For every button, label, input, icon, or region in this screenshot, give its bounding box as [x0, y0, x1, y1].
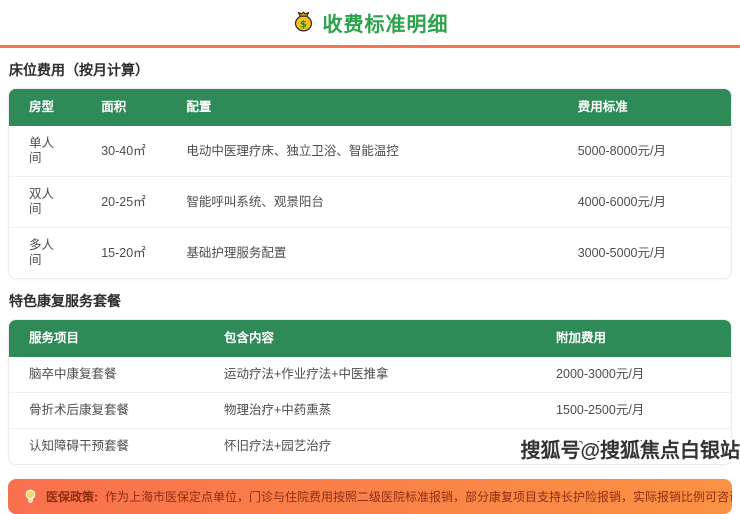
table-cell: 运动疗法+作业疗法+中医推拿: [204, 357, 536, 392]
table-header-row: 房型 面积 配置 费用标准: [9, 89, 731, 126]
notice-label: 医保政策:: [46, 489, 98, 505]
page-title: 收费标准明细: [323, 8, 449, 37]
table-row: 脑卒中康复套餐 运动疗法+作业疗法+中医推拿 2000-3000元/月: [9, 357, 731, 392]
table-cell: 30-40㎡: [81, 126, 166, 176]
table-row: 多人间 15-20㎡ 基础护理服务配置 3000-5000元/月: [9, 227, 731, 278]
lightbulb-icon: [22, 488, 39, 505]
column-header: 房型: [9, 89, 81, 126]
table-cell: 1500-2500元/月: [536, 392, 731, 428]
table-cell: 电动中医理疗床、独立卫浴、智能温控: [166, 126, 557, 176]
column-header: 附加费用: [536, 320, 731, 357]
column-header: 配置: [166, 89, 557, 126]
svg-text:$: $: [300, 19, 307, 30]
table-cell: 怀旧疗法+园艺治疗: [204, 428, 536, 464]
section-title-bed-fees: 床位费用（按月计算）: [9, 62, 732, 79]
column-header: 包含内容: [204, 320, 536, 357]
table-row: 单人间 30-40㎡ 电动中医理疗床、独立卫浴、智能温控 5000-8000元/…: [9, 126, 731, 176]
column-header: 费用标准: [558, 89, 731, 126]
table-header-row: 服务项目 包含内容 附加费用: [9, 320, 731, 357]
page-header: $ 收费标准明细: [0, 0, 740, 45]
title-divider: [0, 45, 740, 48]
table-cell: 5000-8000元/月: [558, 126, 731, 176]
table-cell: 双人间: [9, 176, 81, 227]
medicare-notice-banner: 医保政策: 作为上海市医保定点单位，门诊与住院费用按照二级医院标准报销，部分康复…: [8, 479, 732, 514]
table-row: 骨折术后康复套餐 物理治疗+中药熏蒸 1500-2500元/月: [9, 392, 731, 428]
table-cell: 物理治疗+中药熏蒸: [204, 392, 536, 428]
table-row: 双人间 20-25㎡ 智能呼叫系统、观景阳台 4000-6000元/月: [9, 176, 731, 227]
table-cell: 3000-5000元/月: [558, 227, 731, 278]
table-cell: 智能呼叫系统、观景阳台: [166, 176, 557, 227]
notice-text: 作为上海市医保定点单位，门诊与住院费用按照二级医院标准报销，部分康复项目支持长护…: [105, 489, 732, 505]
bed-fee-table: 房型 面积 配置 费用标准 单人间 30-40㎡ 电动中医理疗床、独立卫浴、智能…: [8, 88, 732, 279]
table-cell: 15-20㎡: [81, 227, 166, 278]
section-title-rehab-packages: 特色康复服务套餐: [9, 293, 732, 310]
table-cell: 20-25㎡: [81, 176, 166, 227]
money-bag-icon: $: [292, 11, 315, 34]
table-cell: 单人间: [9, 126, 81, 176]
watermark-sohu: 搜狐号@搜狐焦点白银站: [520, 434, 740, 463]
table-cell: 2000-3000元/月: [536, 357, 731, 392]
table-cell: 多人间: [9, 227, 81, 278]
table-cell: 认知障碍干预套餐: [9, 428, 204, 464]
table-cell: 4000-6000元/月: [558, 176, 731, 227]
column-header: 面积: [81, 89, 166, 126]
table-cell: 基础护理服务配置: [166, 227, 557, 278]
content: 床位费用（按月计算） 房型 面积 配置 费用标准 单人间 30-40㎡ 电动中医…: [0, 62, 740, 465]
column-header: 服务项目: [9, 320, 204, 357]
table-cell: 骨折术后康复套餐: [9, 392, 204, 428]
table-cell: 脑卒中康复套餐: [9, 357, 204, 392]
